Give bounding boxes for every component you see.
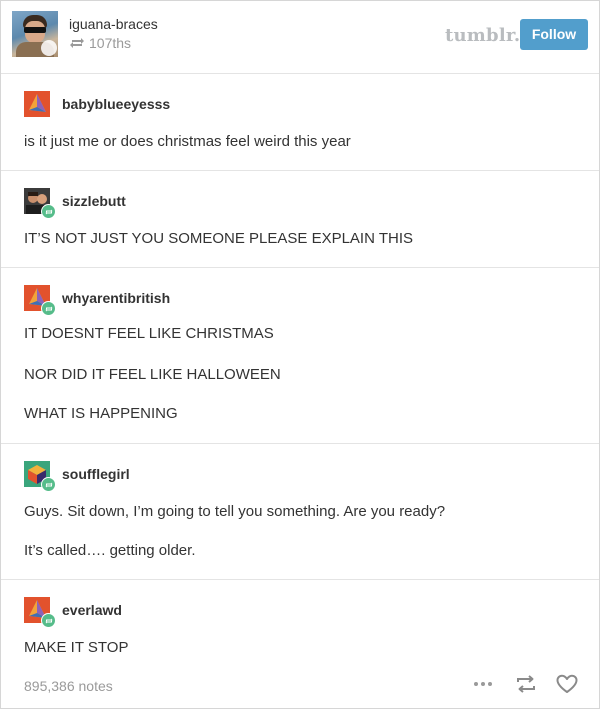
post-username[interactable]: sizzlebutt	[62, 193, 126, 209]
post-author[interactable]: soufflegirl	[24, 461, 130, 492]
reblog-post: sizzlebutt IT’S NOT JUST YOU SOMEONE PLE…	[1, 171, 599, 268]
post-username[interactable]: babyblueeyesss	[62, 96, 170, 112]
post-text: IT’S NOT JUST YOU SOMEONE PLEASE EXPLAIN…	[24, 230, 413, 247]
post-text: It’s called…. getting older.	[24, 542, 196, 559]
photo-avatar[interactable]	[24, 188, 56, 219]
post-text: Guys. Sit down, I’m going to tell you so…	[24, 503, 446, 520]
reblog-badge-icon	[41, 301, 56, 316]
reblog-post: whyarentibritish IT DOESNT FEEL LIKE CHR…	[1, 268, 599, 444]
pyramid-avatar[interactable]	[24, 597, 56, 628]
post-username[interactable]: everlawd	[62, 602, 122, 618]
post-text: WHAT IS HAPPENING	[24, 405, 178, 422]
post-text: MAKE IT STOP	[24, 639, 129, 656]
cube-avatar[interactable]	[24, 461, 56, 492]
post-author[interactable]: everlawd	[24, 597, 122, 628]
reblog-post: everlawd MAKE IT STOP	[1, 580, 599, 666]
post-username[interactable]: soufflegirl	[62, 466, 130, 482]
notes-count[interactable]: 895,386 notes	[24, 678, 113, 694]
reblog-small-icon	[70, 38, 84, 48]
post-username[interactable]: whyarentibritish	[62, 290, 170, 306]
heart-icon[interactable]	[555, 672, 579, 696]
tumblr-logo[interactable]: tumblr.	[445, 25, 520, 46]
more-icon[interactable]	[471, 672, 495, 696]
reblog-post: babyblueeyesss is it just me or does chr…	[1, 74, 599, 171]
post-author[interactable]: sizzlebutt	[24, 188, 126, 219]
post-author[interactable]: whyarentibritish	[24, 285, 170, 316]
post-card: iguana-braces 107ths tumblr. Follow baby…	[0, 0, 600, 709]
reblog-post: soufflegirl Guys. Sit down, I’m going to…	[1, 444, 599, 580]
pyramid-avatar[interactable]	[24, 91, 50, 117]
post-text: IT DOESNT FEEL LIKE CHRISTMAS	[24, 325, 274, 342]
post-text: is it just me or does christmas feel wei…	[24, 133, 351, 150]
post-author[interactable]: babyblueeyesss	[24, 91, 170, 117]
reblog-source[interactable]: 107ths	[69, 35, 131, 51]
blog-username[interactable]: iguana-braces	[69, 16, 158, 32]
reblog-badge-icon	[41, 204, 56, 219]
reblog-source-name: 107ths	[89, 35, 132, 51]
pyramid-avatar[interactable]	[24, 285, 56, 316]
post-header: iguana-braces 107ths tumblr. Follow	[1, 1, 599, 74]
reblog-badge-icon	[41, 477, 56, 492]
blog-avatar[interactable]	[12, 11, 58, 57]
reblog-badge-icon	[41, 613, 56, 628]
follow-button[interactable]: Follow	[520, 19, 588, 50]
reblog-icon[interactable]	[514, 672, 538, 696]
post-text: NOR DID IT FEEL LIKE HALLOWEEN	[24, 366, 281, 383]
